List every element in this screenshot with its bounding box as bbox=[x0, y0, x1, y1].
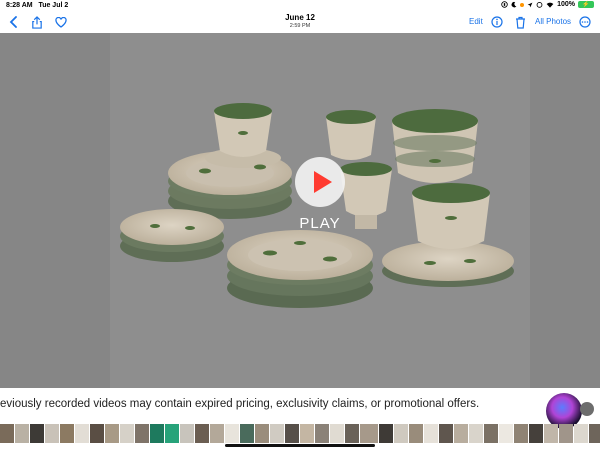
more-button[interactable] bbox=[577, 14, 593, 30]
thumbnail[interactable] bbox=[330, 424, 344, 443]
thumbnail[interactable] bbox=[90, 424, 104, 443]
viewer-right-margin bbox=[530, 33, 600, 388]
nav-title: June 12 2:59 PM bbox=[0, 13, 600, 29]
status-time: 8:28 AM bbox=[6, 2, 33, 9]
thumbnail[interactable] bbox=[15, 424, 29, 443]
thumbnail[interactable] bbox=[180, 424, 194, 443]
thumbnail[interactable] bbox=[484, 424, 498, 443]
thumbnail[interactable] bbox=[0, 424, 14, 443]
thumbnail[interactable] bbox=[514, 424, 528, 443]
siri-secondary-icon bbox=[580, 402, 594, 416]
thumbnail[interactable] bbox=[409, 424, 423, 443]
thumbnail[interactable] bbox=[240, 424, 254, 443]
thumbnail[interactable] bbox=[454, 424, 468, 443]
viewer-left-margin bbox=[0, 33, 110, 388]
thumbnail[interactable] bbox=[544, 424, 558, 443]
thumbnail-selected[interactable] bbox=[359, 424, 379, 443]
thumbnail[interactable] bbox=[529, 424, 543, 443]
battery-icon: ⚡ bbox=[578, 1, 594, 8]
thumbnail[interactable] bbox=[379, 424, 393, 443]
wifi-icon bbox=[546, 2, 554, 8]
thumbnail[interactable] bbox=[499, 424, 513, 443]
nav-bar: June 12 2:59 PM Edit All Photos bbox=[0, 11, 600, 33]
thumbnail[interactable] bbox=[195, 424, 209, 443]
thumbnail[interactable] bbox=[439, 424, 453, 443]
thumbnail[interactable] bbox=[135, 424, 149, 443]
thumbnail[interactable] bbox=[120, 424, 134, 443]
status-time-date: 8:28 AM Tue Jul 2 bbox=[6, 2, 68, 9]
moon-icon bbox=[511, 1, 517, 8]
status-date: Tue Jul 2 bbox=[38, 2, 69, 9]
thumbnail[interactable] bbox=[60, 424, 74, 443]
thumbnail[interactable] bbox=[150, 424, 164, 443]
play-icon bbox=[295, 157, 345, 207]
thumbnail[interactable] bbox=[270, 424, 284, 443]
thumbnail[interactable] bbox=[469, 424, 483, 443]
thumbnail[interactable] bbox=[75, 424, 89, 443]
thumbnail[interactable] bbox=[589, 424, 600, 443]
play-button[interactable] bbox=[294, 156, 346, 208]
thumbnail[interactable] bbox=[559, 424, 573, 443]
thumbnail[interactable] bbox=[255, 424, 269, 443]
thumbnail[interactable] bbox=[30, 424, 44, 443]
thumbnail[interactable] bbox=[300, 424, 314, 443]
info-icon bbox=[491, 16, 503, 28]
thumbnail[interactable] bbox=[165, 424, 179, 443]
alarm-icon bbox=[536, 1, 543, 8]
orientation-lock-icon bbox=[501, 1, 508, 8]
dinnerware-set-image bbox=[120, 103, 514, 308]
dot-indicator-icon bbox=[520, 2, 525, 7]
thumbnail[interactable] bbox=[315, 424, 329, 443]
status-right: 100% ⚡ bbox=[501, 1, 594, 8]
thumbnail[interactable] bbox=[424, 424, 438, 443]
trash-icon bbox=[515, 16, 525, 29]
nav-clock: 2:59 PM bbox=[289, 23, 311, 29]
thumbnail[interactable] bbox=[210, 424, 224, 443]
video-viewer[interactable]: PLAY bbox=[0, 33, 600, 388]
thumbnail[interactable] bbox=[105, 424, 119, 443]
thumbnail-scrubber[interactable] bbox=[0, 424, 600, 443]
home-indicator[interactable] bbox=[225, 444, 375, 447]
location-icon bbox=[527, 2, 533, 7]
thumbnail[interactable] bbox=[394, 424, 408, 443]
thumbnail[interactable] bbox=[574, 424, 588, 443]
thumbnail[interactable] bbox=[225, 424, 239, 443]
all-photos-button[interactable]: All Photos bbox=[535, 17, 571, 26]
more-icon bbox=[579, 16, 591, 28]
nav-date: June 12 bbox=[285, 13, 315, 22]
battery-percent: 100% bbox=[557, 1, 575, 8]
video-frame bbox=[110, 33, 530, 388]
delete-button[interactable] bbox=[512, 14, 528, 30]
edit-button[interactable]: Edit bbox=[469, 17, 483, 26]
play-label: PLAY bbox=[299, 215, 341, 232]
thumbnail[interactable] bbox=[285, 424, 299, 443]
info-button[interactable] bbox=[489, 14, 505, 30]
status-bar: 8:28 AM Tue Jul 2 100% ⚡ bbox=[0, 0, 600, 11]
thumbnail[interactable] bbox=[345, 424, 359, 443]
thumbnail[interactable] bbox=[45, 424, 59, 443]
video-caption: eviously recorded videos may contain exp… bbox=[0, 398, 480, 410]
